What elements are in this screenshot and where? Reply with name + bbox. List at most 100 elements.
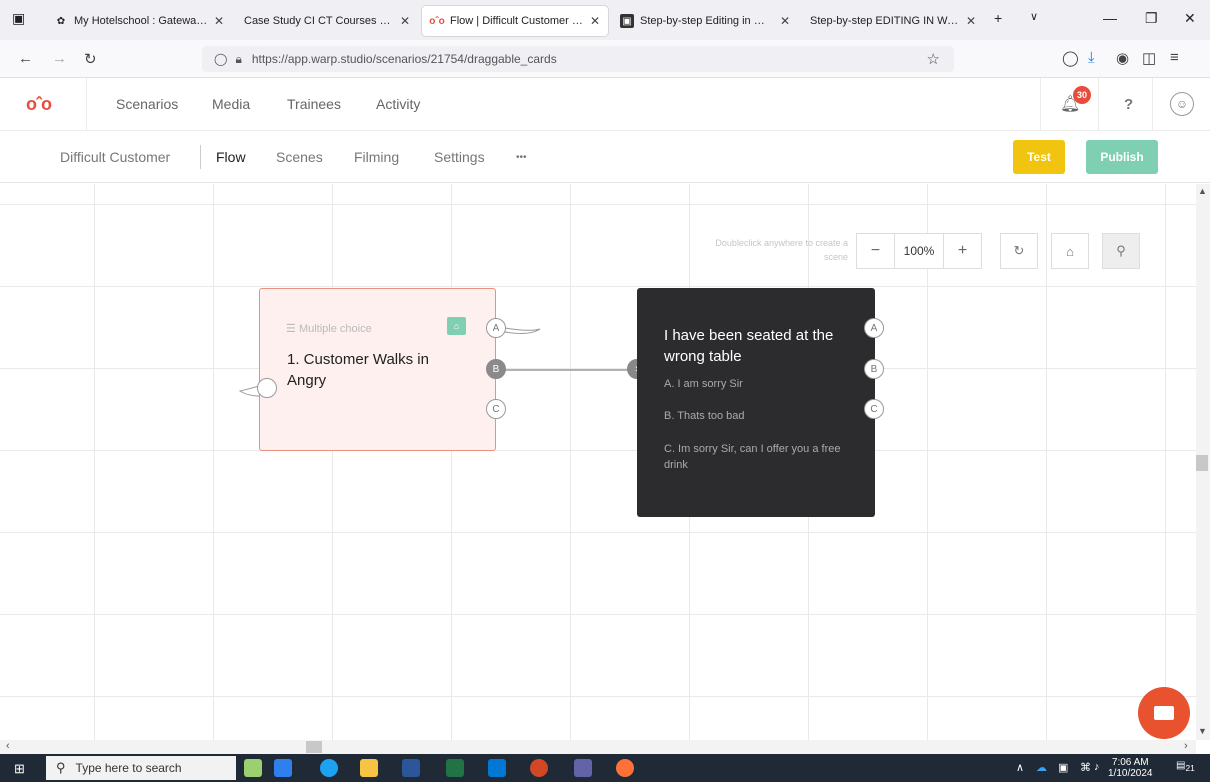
scenario-name[interactable]: Difficult Customer bbox=[60, 149, 170, 165]
pocket-icon[interactable]: ◯ bbox=[1062, 49, 1079, 67]
lock-icon: 🔒︎ bbox=[235, 51, 242, 66]
scroll-right-icon[interactable]: › bbox=[1184, 740, 1188, 752]
port-a[interactable]: A bbox=[864, 318, 884, 338]
scroll-down-icon[interactable]: ▼ bbox=[1198, 726, 1207, 736]
close-icon[interactable]: ✕ bbox=[966, 14, 976, 28]
notification-center-icon[interactable]: ▤21 bbox=[1176, 760, 1195, 773]
tab-list-icon[interactable]: ▣ bbox=[12, 10, 25, 27]
more-icon[interactable]: ••• bbox=[516, 152, 527, 163]
port-a[interactable]: A bbox=[486, 318, 506, 338]
new-tab-icon[interactable]: + bbox=[994, 10, 1002, 26]
tab-scenes[interactable]: Scenes bbox=[276, 149, 323, 165]
shield-icon: ◯ bbox=[214, 52, 228, 66]
nav-media[interactable]: Media bbox=[212, 96, 250, 112]
hotelschool-icon: ✿ bbox=[56, 15, 66, 27]
menu-icon[interactable]: ≡ bbox=[1170, 49, 1179, 66]
firefox-icon[interactable] bbox=[616, 759, 634, 777]
app-icon[interactable] bbox=[274, 759, 292, 777]
card-title: 1. Customer Walks in Angry bbox=[287, 351, 429, 389]
word-icon[interactable] bbox=[402, 759, 420, 777]
browser-tab-5[interactable]: Step-by-step EDITING IN WARPV ✕ bbox=[802, 6, 984, 36]
scrollbar-thumb[interactable] bbox=[306, 741, 322, 753]
chevron-down-icon[interactable]: ∨ bbox=[1030, 10, 1038, 23]
widgets-icon[interactable] bbox=[244, 759, 262, 777]
scroll-up-icon[interactable]: ▲ bbox=[1198, 186, 1207, 196]
help-icon[interactable]: ? bbox=[1124, 96, 1133, 113]
teams-icon[interactable] bbox=[574, 759, 592, 777]
clock-time: 7:06 AM bbox=[1111, 757, 1149, 768]
wifi-icon[interactable]: ⌘ bbox=[1080, 761, 1091, 774]
nav-scenarios[interactable]: Scenarios bbox=[116, 96, 178, 112]
account-icon[interactable]: ◉ bbox=[1116, 49, 1129, 67]
reload-icon[interactable]: ↻ bbox=[84, 50, 97, 68]
chevron-up-icon[interactable]: ∧ bbox=[1016, 761, 1024, 774]
extensions-icon[interactable]: ◫ bbox=[1142, 49, 1156, 67]
option-b: B. Thats too bad bbox=[664, 410, 745, 422]
flow-canvas[interactable]: Doubleclick anywhere to create a scene −… bbox=[0, 184, 1196, 740]
tab-settings[interactable]: Settings bbox=[434, 149, 485, 165]
notification-badge: 30 bbox=[1073, 86, 1091, 104]
edge-icon[interactable] bbox=[320, 759, 338, 777]
windows-start-icon[interactable]: ⊞ bbox=[14, 761, 25, 777]
url-bar[interactable]: ◯ 🔒︎ https://app.warp.studio/scenarios/2… bbox=[202, 46, 954, 72]
browser-tab-2[interactable]: Case Study CI CT Courses 2023.p ✕ bbox=[236, 6, 418, 36]
scene-card-start[interactable]: ☰ Multiple choice ⌂ 1. Customer Walks in… bbox=[259, 288, 496, 451]
chat-button[interactable] bbox=[1138, 687, 1190, 739]
scroll-left-icon[interactable]: ‹ bbox=[6, 740, 10, 752]
browser-tab-strip: ▣ ✿ My Hotelschool : Gateway : V ✕ Case … bbox=[0, 0, 1210, 40]
close-icon[interactable]: ✕ bbox=[400, 14, 410, 28]
file-explorer-icon[interactable] bbox=[360, 759, 378, 777]
restore-icon[interactable]: ❐ bbox=[1145, 10, 1158, 27]
browser-tab-4[interactable]: ▣ Step-by-step Editing in Warp ✕ bbox=[612, 6, 798, 36]
vertical-scrollbar[interactable]: ▲ ▼ bbox=[1196, 184, 1210, 740]
excel-icon[interactable] bbox=[446, 759, 464, 777]
divider bbox=[1152, 78, 1153, 131]
horizontal-scrollbar[interactable]: ‹ › bbox=[0, 740, 1196, 754]
option-c: C. Im sorry Sir, can I offer you a free … bbox=[664, 443, 841, 471]
device-icon[interactable]: ▣ bbox=[1058, 761, 1068, 774]
minimize-icon[interactable]: — bbox=[1103, 10, 1117, 26]
option-a: A. I am sorry Sir bbox=[664, 378, 743, 390]
port-b[interactable]: B bbox=[486, 359, 506, 379]
tab-flow[interactable]: Flow bbox=[216, 149, 246, 165]
avatar[interactable]: ☺ bbox=[1170, 92, 1194, 116]
clock-date: 1/10/2024 bbox=[1108, 768, 1153, 779]
taskbar-search[interactable]: ⚲ Type here to search bbox=[46, 756, 236, 780]
notification-count: 21 bbox=[1185, 763, 1195, 773]
download-icon[interactable]: ⤓ bbox=[1088, 49, 1095, 66]
browser-tab-1[interactable]: ✿ My Hotelschool : Gateway : V ✕ bbox=[46, 6, 232, 36]
close-icon[interactable]: ✕ bbox=[214, 14, 224, 28]
nav-trainees[interactable]: Trainees bbox=[287, 96, 341, 112]
input-port[interactable] bbox=[257, 378, 277, 398]
divider bbox=[200, 145, 201, 169]
search-placeholder: Type here to search bbox=[75, 761, 182, 775]
close-icon[interactable]: ✕ bbox=[780, 14, 790, 28]
scene-card-next[interactable]: I have been seated at the wrong table A.… bbox=[637, 288, 875, 517]
tab-filming[interactable]: Filming bbox=[354, 149, 399, 165]
card-type-label: ☰ Multiple choice bbox=[286, 322, 372, 335]
bookmark-star-icon[interactable]: ☆ bbox=[927, 50, 940, 68]
onedrive-icon[interactable]: ☁ bbox=[1036, 761, 1047, 774]
browser-tab-3-active[interactable]: oˆo Flow | Difficult Customer | W ✕ bbox=[422, 6, 608, 36]
test-button[interactable]: Test bbox=[1013, 140, 1065, 174]
scrollbar-thumb[interactable] bbox=[1196, 455, 1208, 471]
outlook-icon[interactable] bbox=[488, 759, 506, 777]
warp-logo[interactable]: oˆo bbox=[26, 94, 52, 115]
forward-icon[interactable]: → bbox=[52, 50, 67, 67]
close-window-icon[interactable]: ✕ bbox=[1184, 10, 1196, 27]
port-b[interactable]: B bbox=[864, 359, 884, 379]
scenario-subnav: Difficult Customer Flow Scenes Filming S… bbox=[0, 131, 1210, 183]
port-c[interactable]: C bbox=[486, 399, 506, 419]
powerpoint-icon[interactable] bbox=[530, 759, 548, 777]
volume-icon[interactable]: ♪ bbox=[1094, 761, 1100, 773]
nav-activity[interactable]: Activity bbox=[376, 96, 420, 112]
publish-button[interactable]: Publish bbox=[1086, 140, 1158, 174]
port-c[interactable]: C bbox=[864, 399, 884, 419]
card-title: I have been seated at the wrong table bbox=[664, 327, 834, 365]
chat-icon bbox=[1154, 706, 1174, 720]
card-type-text: Multiple choice bbox=[298, 323, 372, 335]
clock[interactable]: 7:06 AM 1/10/2024 bbox=[1108, 757, 1153, 779]
loop-connector bbox=[504, 327, 541, 334]
back-icon[interactable]: ← bbox=[18, 50, 33, 67]
close-icon[interactable]: ✕ bbox=[590, 14, 600, 28]
